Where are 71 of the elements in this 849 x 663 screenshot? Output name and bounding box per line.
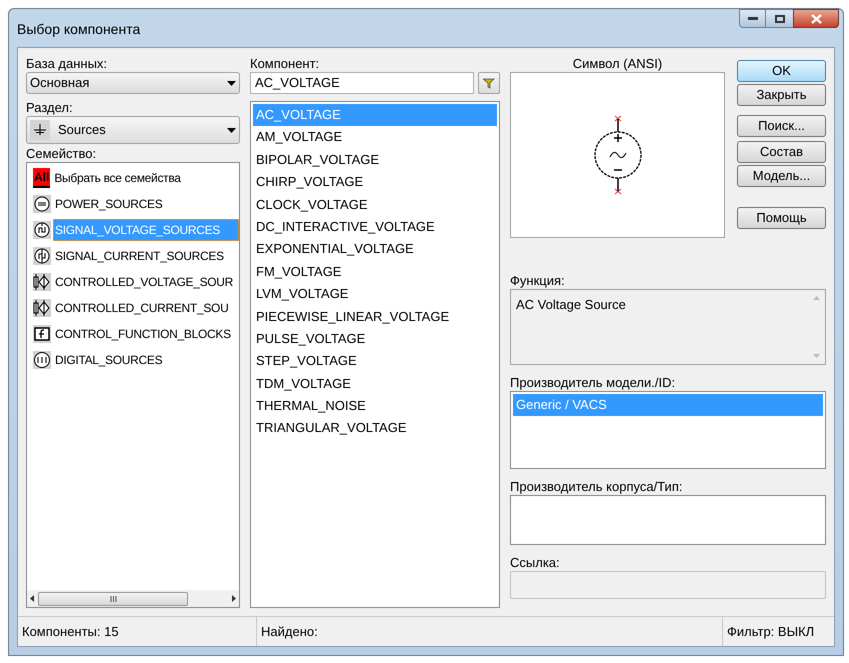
list-item[interactable]: EXPONENTIAL_VOLTAGE [253, 238, 497, 261]
close-button[interactable] [793, 9, 839, 28]
list-item[interactable]: LVM_VOLTAGE [253, 283, 497, 306]
field-label: Компонент: [250, 55, 320, 72]
minimize-button[interactable] [739, 9, 766, 28]
window-title: Выбор компонента [17, 20, 140, 39]
all-families-icon: All [33, 168, 50, 188]
field-label: Производитель модели./ID: [510, 374, 676, 391]
maximize-icon [774, 14, 784, 22]
list-item[interactable]: FM_VOLTAGE [253, 260, 497, 284]
function-block-icon [33, 325, 51, 343]
section-dropdown[interactable]: Sources [26, 116, 240, 144]
scroll-thumb[interactable] [38, 592, 188, 606]
list-item[interactable]: AM_VOLTAGE [253, 126, 497, 149]
function-text: AC Voltage Source [515, 296, 627, 314]
link-field[interactable] [510, 571, 826, 599]
dialog-button[interactable]: OK [737, 60, 826, 82]
list-item[interactable]: TDM_VOLTAGE [253, 372, 497, 396]
maximize-button[interactable] [766, 9, 793, 28]
power-source-icon [33, 195, 51, 213]
family-item[interactable]: POWER_SOURCES [53, 193, 239, 215]
field-label: База данных: [26, 55, 108, 72]
status-text: Фильтр: ВЫКЛ [722, 617, 834, 646]
family-item[interactable]: SIGNAL_CURRENT_SOURCES [53, 245, 239, 267]
symbol-title: Символ (ANSI) [572, 55, 664, 72]
field-label: Функция: [510, 272, 566, 289]
status-text: Компоненты: 15 [21, 622, 120, 641]
field-label: Ссылка: [510, 554, 561, 571]
database-dropdown[interactable]: Основная [26, 72, 240, 94]
family-item[interactable]: DIGITAL_SOURCES [53, 349, 239, 371]
scroll-down-icon [813, 354, 820, 358]
field-label: Семейство: [26, 145, 98, 162]
field-label: Производитель корпуса/Тип: [510, 478, 684, 495]
dialog-button[interactable]: Закрыть [737, 84, 826, 106]
family-item[interactable]: CONTROL_FUNCTION_BLOCKS [53, 323, 239, 345]
dialog-button[interactable]: Помощь [737, 207, 826, 229]
minimize-icon [748, 17, 758, 20]
family-item[interactable]: CONTROLLED_CURRENT_SOU [53, 297, 239, 319]
list-item[interactable]: BIPOLAR_VOLTAGE [253, 148, 497, 172]
list-item[interactable]: THERMAL_NOISE [253, 395, 497, 418]
dialog-button[interactable]: Состав [737, 141, 826, 163]
current-source-icon [33, 247, 51, 265]
family-item[interactable]: CONTROLLED_VOLTAGE_SOUR [53, 271, 239, 293]
component-field[interactable]: AC_VOLTAGE [250, 72, 474, 94]
filter-button[interactable] [478, 72, 500, 94]
list-item[interactable]: CLOCK_VOLTAGE [253, 194, 497, 216]
controlled-source-icon [33, 273, 51, 291]
list-item[interactable]: DC_INTERACTIVE_VOLTAGE [253, 216, 497, 238]
close-icon [810, 14, 822, 24]
list-item[interactable]: STEP_VOLTAGE [253, 350, 497, 373]
dialog-button[interactable]: Поиск... [737, 115, 826, 137]
dropdown-arrow-icon [227, 128, 236, 132]
status-text: Найдено: [256, 617, 722, 646]
scroll-up-icon [813, 296, 820, 300]
field-label: Раздел: [26, 99, 74, 116]
list-item[interactable]: CHIRP_VOLTAGE [253, 171, 497, 194]
family-item[interactable]: Выбрать все семейства [52, 167, 239, 189]
ground-symbol-icon [30, 120, 50, 140]
list-item[interactable]: TRIANGULAR_VOLTAGE [253, 417, 497, 440]
grip-icon [110, 596, 116, 602]
list-item[interactable]: PULSE_VOLTAGE [253, 328, 497, 350]
dialog-button[interactable]: Модель... [737, 165, 826, 187]
digital-source-icon [33, 351, 51, 369]
scroll-left-icon [30, 595, 34, 602]
dropdown-arrow-icon [227, 80, 236, 86]
signal-source-icon [33, 221, 51, 239]
list-item[interactable]: PIECEWISE_LINEAR_VOLTAGE [253, 306, 497, 328]
filter-icon [482, 78, 496, 88]
controlled-source-icon [33, 299, 51, 317]
scroll-right-icon [232, 595, 236, 602]
horizontal-scrollbar[interactable] [27, 590, 239, 607]
